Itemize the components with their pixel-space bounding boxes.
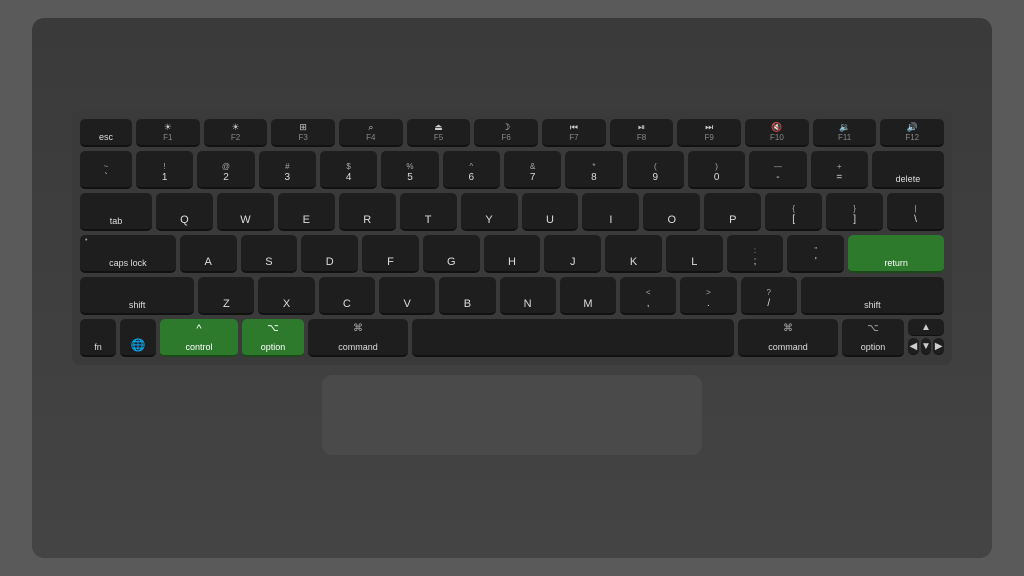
f5-key[interactable]: ⏏ F5 xyxy=(407,119,471,147)
3-key[interactable]: #3 xyxy=(259,151,316,189)
esc-key[interactable]: esc xyxy=(80,119,132,147)
shift-left-key[interactable]: shift xyxy=(80,277,194,315)
bracket-close-key[interactable]: }] xyxy=(826,193,883,231)
t-key[interactable]: T xyxy=(400,193,457,231)
a-key[interactable]: A xyxy=(180,235,237,273)
0-key[interactable]: )0 xyxy=(688,151,745,189)
globe-key[interactable]: 🌐 xyxy=(120,319,156,357)
f2-key[interactable]: ☀ F2 xyxy=(204,119,268,147)
m-key[interactable]: M xyxy=(560,277,616,315)
bracket-open-key[interactable]: {[ xyxy=(765,193,822,231)
period-key[interactable]: >. xyxy=(680,277,736,315)
caps-lock-key[interactable]: • caps lock xyxy=(80,235,176,273)
n-key[interactable]: N xyxy=(500,277,556,315)
f11-key[interactable]: 🔉 F11 xyxy=(813,119,877,147)
quote-key[interactable]: "' xyxy=(787,235,844,273)
arrow-lr-row: ◀ ▼ ▶ xyxy=(908,338,944,355)
h-key[interactable]: H xyxy=(484,235,541,273)
i-key[interactable]: I xyxy=(582,193,639,231)
f1-key[interactable]: ☀ F1 xyxy=(136,119,200,147)
command-right-key[interactable]: ⌘ command xyxy=(738,319,838,357)
x-key[interactable]: X xyxy=(258,277,314,315)
spacebar-key[interactable] xyxy=(412,319,734,357)
r-key[interactable]: R xyxy=(339,193,396,231)
g-key[interactable]: G xyxy=(423,235,480,273)
w-key[interactable]: W xyxy=(217,193,274,231)
arrow-keys: ▲ ◀ ▼ ▶ xyxy=(908,319,944,357)
laptop-body: esc ☀ F1 ☀ F2 ⊞ F3 ⌕ F4 ⏏ F5 xyxy=(32,18,992,558)
q-key[interactable]: Q xyxy=(156,193,213,231)
s-key[interactable]: S xyxy=(241,235,298,273)
keyboard: esc ☀ F1 ☀ F2 ⊞ F3 ⌕ F4 ⏏ F5 xyxy=(72,111,952,365)
function-row: esc ☀ F1 ☀ F2 ⊞ F3 ⌕ F4 ⏏ F5 xyxy=(80,119,944,147)
f10-key[interactable]: 🔇 F10 xyxy=(745,119,809,147)
fn-key[interactable]: fn xyxy=(80,319,116,357)
a-row: • caps lock A S D F G H J K L :; "' retu… xyxy=(80,235,944,273)
v-key[interactable]: V xyxy=(379,277,435,315)
shift-right-key[interactable]: shift xyxy=(801,277,944,315)
bottom-row: fn 🌐 ^ control ⌥ option ⌘ command ⌘ comm… xyxy=(80,319,944,357)
b-key[interactable]: B xyxy=(439,277,495,315)
control-key[interactable]: ^ control xyxy=(160,319,238,357)
arrow-down-key[interactable]: ▼ xyxy=(921,338,932,355)
option-left-key[interactable]: ⌥ option xyxy=(242,319,304,357)
return-key[interactable]: return xyxy=(848,235,944,273)
f12-key[interactable]: 🔊 F12 xyxy=(880,119,944,147)
u-key[interactable]: U xyxy=(522,193,579,231)
c-key[interactable]: C xyxy=(319,277,375,315)
1-key[interactable]: !1 xyxy=(136,151,193,189)
p-key[interactable]: P xyxy=(704,193,761,231)
d-key[interactable]: D xyxy=(301,235,358,273)
f8-key[interactable]: ⏯ F8 xyxy=(610,119,674,147)
arrow-right-key[interactable]: ▶ xyxy=(933,338,944,355)
5-key[interactable]: %5 xyxy=(381,151,438,189)
z-row: shift Z X C V B N M <, >. ?/ shift xyxy=(80,277,944,315)
8-key[interactable]: *8 xyxy=(565,151,622,189)
o-key[interactable]: O xyxy=(643,193,700,231)
delete-key[interactable]: delete xyxy=(872,151,944,189)
equals-key[interactable]: += xyxy=(811,151,868,189)
9-key[interactable]: (9 xyxy=(627,151,684,189)
q-row: tab Q W E R T Y U I O P {[ }] |\ xyxy=(80,193,944,231)
f6-key[interactable]: ☽ F6 xyxy=(474,119,538,147)
arrow-left-key[interactable]: ◀ xyxy=(908,338,919,355)
tilde-key[interactable]: ~` xyxy=(80,151,132,189)
j-key[interactable]: J xyxy=(544,235,601,273)
l-key[interactable]: L xyxy=(666,235,723,273)
f-key[interactable]: F xyxy=(362,235,419,273)
f7-key[interactable]: ⏮ F7 xyxy=(542,119,606,147)
arrow-up-key[interactable]: ▲ xyxy=(908,319,944,336)
command-left-key[interactable]: ⌘ command xyxy=(308,319,408,357)
f4-key[interactable]: ⌕ F4 xyxy=(339,119,403,147)
slash-key[interactable]: ?/ xyxy=(741,277,797,315)
minus-key[interactable]: —- xyxy=(749,151,806,189)
k-key[interactable]: K xyxy=(605,235,662,273)
number-row: ~` !1 @2 #3 $4 %5 ^6 &7 xyxy=(80,151,944,189)
semicolon-key[interactable]: :; xyxy=(727,235,784,273)
z-key[interactable]: Z xyxy=(198,277,254,315)
f9-key[interactable]: ⏭ F9 xyxy=(677,119,741,147)
4-key[interactable]: $4 xyxy=(320,151,377,189)
tab-key[interactable]: tab xyxy=(80,193,152,231)
2-key[interactable]: @2 xyxy=(197,151,254,189)
backslash-key[interactable]: |\ xyxy=(887,193,944,231)
y-key[interactable]: Y xyxy=(461,193,518,231)
option-right-key[interactable]: ⌥ option xyxy=(842,319,904,357)
7-key[interactable]: &7 xyxy=(504,151,561,189)
comma-key[interactable]: <, xyxy=(620,277,676,315)
6-key[interactable]: ^6 xyxy=(443,151,500,189)
trackpad[interactable] xyxy=(322,375,702,455)
f3-key[interactable]: ⊞ F3 xyxy=(271,119,335,147)
e-key[interactable]: E xyxy=(278,193,335,231)
